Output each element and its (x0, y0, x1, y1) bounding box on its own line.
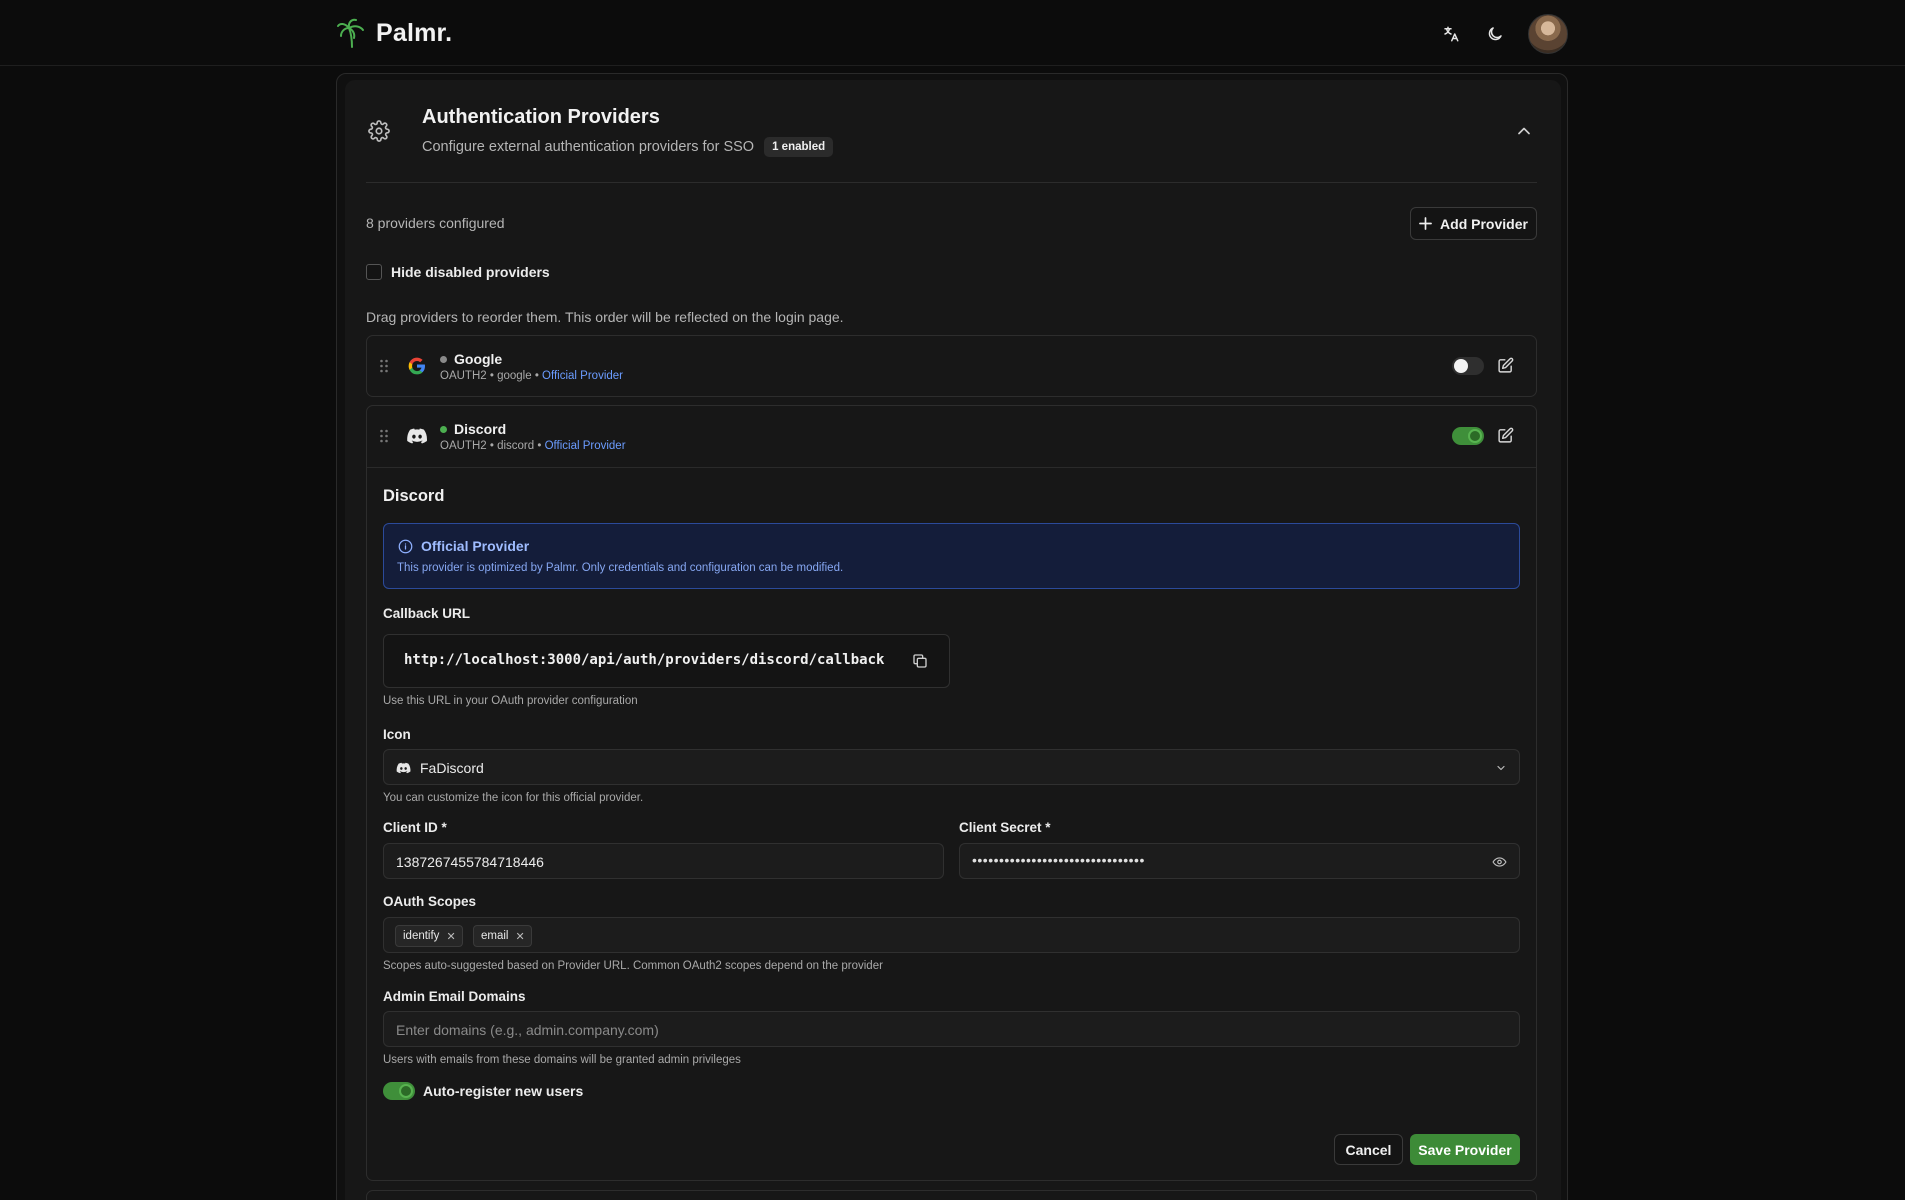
admin-domains-placeholder: Enter domains (e.g., admin.company.com) (396, 1022, 659, 1038)
provider-meta: OAUTH2 • discord • Official Provider (440, 440, 626, 452)
brand[interactable]: Palmr. (336, 17, 452, 49)
toggle-knob (399, 1084, 413, 1098)
google-icon (408, 357, 425, 375)
section-subtitle: Configure external authentication provid… (422, 137, 834, 157)
callback-url-box: http://localhost:3000/api/auth/providers… (383, 634, 950, 688)
chevron-up-icon[interactable] (1514, 121, 1534, 141)
eye-icon[interactable] (1492, 855, 1507, 869)
auto-register-row: Auto-register new users (383, 1082, 583, 1100)
auto-register-toggle[interactable] (383, 1082, 415, 1100)
providers-count: 8 providers configured (366, 215, 505, 231)
provider-slug: discord (497, 440, 535, 452)
hide-disabled-row: Hide disabled providers (366, 264, 550, 280)
client-id-input[interactable]: 1387267455784718446 (383, 843, 944, 879)
close-icon[interactable]: ✕ (446, 930, 455, 943)
scope-chip-label: identify (403, 930, 440, 942)
client-id-label: Client ID * (383, 820, 447, 835)
icon-select[interactable]: FaDiscord (383, 749, 1520, 785)
provider-header[interactable]: Discord OAUTH2 • discord • Official Prov… (367, 406, 1536, 468)
top-bar: Palmr. (0, 0, 1905, 66)
provider-row-next (366, 1190, 1537, 1200)
translate-icon[interactable] (1440, 23, 1462, 45)
notice-title: Official Provider (421, 538, 530, 554)
provider-name: Discord (454, 421, 507, 437)
notice-text: This provider is optimized by Palmr. Onl… (397, 562, 844, 574)
drag-hint: Drag providers to reorder them. This ord… (366, 309, 844, 325)
scope-chip: identify ✕ (395, 925, 463, 947)
save-provider-button[interactable]: Save Provider (1410, 1134, 1520, 1165)
section-subtitle-text: Configure external authentication provid… (422, 139, 755, 155)
provider-row-discord: Discord OAUTH2 • discord • Official Prov… (366, 405, 1537, 1181)
edit-icon[interactable] (1497, 357, 1514, 374)
chevron-down-icon (1497, 765, 1505, 771)
provider-name-row: Google (440, 351, 502, 367)
close-icon[interactable]: ✕ (515, 930, 524, 943)
icon-label: Icon (383, 727, 411, 742)
brand-name: Palmr. (376, 18, 453, 47)
official-provider-link: Official Provider (544, 440, 626, 452)
provider-type: OAUTH2 (440, 440, 487, 452)
oauth-scopes-input[interactable]: identify ✕ email ✕ (383, 917, 1520, 953)
scope-chip-label: email (481, 930, 509, 942)
client-secret-value: •••••••••••••••••••••••••••••••• (972, 852, 1145, 868)
hide-disabled-label[interactable]: Hide disabled providers (391, 264, 550, 280)
scope-chip: email ✕ (473, 925, 532, 947)
add-provider-label: Add Provider (1440, 215, 1528, 232)
palm-logo-icon (337, 18, 364, 48)
status-dot (440, 355, 447, 363)
provider-name: Google (454, 351, 503, 367)
oauth-scopes-label: OAuth Scopes (383, 894, 477, 909)
copy-icon[interactable] (912, 653, 928, 669)
toggle-knob (1454, 359, 1468, 373)
admin-domains-help: Users with emails from these domains wil… (383, 1054, 741, 1066)
official-provider-notice: Official Provider This provider is optim… (383, 523, 1520, 589)
provider-type: OAUTH2 (440, 370, 487, 382)
discord-icon (407, 428, 427, 444)
icon-help: You can customize the icon for this offi… (383, 792, 644, 804)
top-actions (1440, 14, 1568, 54)
section-divider (366, 182, 1537, 183)
provider-row-google: Google OAUTH2 • google • Official Provid… (366, 335, 1537, 397)
icon-select-value: FaDiscord (420, 760, 484, 776)
callback-url-help: Use this URL in your OAuth provider conf… (383, 695, 638, 707)
drag-handle-icon[interactable] (379, 358, 389, 374)
status-dot (440, 425, 447, 433)
discord-icon (396, 762, 411, 774)
admin-domains-label: Admin Email Domains (383, 989, 526, 1004)
client-id-value: 1387267455784718446 (396, 854, 544, 870)
drag-handle-icon[interactable] (379, 428, 389, 444)
hide-disabled-checkbox[interactable] (366, 264, 382, 280)
callback-url-value[interactable]: http://localhost:3000/api/auth/providers… (404, 652, 884, 668)
admin-domains-input[interactable]: Enter domains (e.g., admin.company.com) (383, 1011, 1520, 1047)
toggle-knob (1468, 429, 1482, 443)
gear-icon (368, 120, 390, 142)
client-secret-label: Client Secret * (959, 820, 1051, 835)
provider-header[interactable]: Google OAUTH2 • google • Official Provid… (367, 336, 1536, 398)
auto-register-label: Auto-register new users (423, 1083, 584, 1099)
provider-meta: OAUTH2 • google • Official Provider (440, 370, 624, 382)
provider-enabled-toggle[interactable] (1452, 357, 1484, 375)
plus-icon (1419, 217, 1432, 230)
client-secret-input[interactable]: •••••••••••••••••••••••••••••••• (959, 843, 1520, 879)
editor-title: Discord (383, 487, 445, 505)
provider-name-row: Discord (440, 421, 506, 437)
moon-icon[interactable] (1484, 23, 1506, 45)
callback-url-label: Callback URL (383, 606, 471, 621)
enabled-count-badge: 1 enabled (764, 137, 834, 157)
provider-enabled-toggle[interactable] (1452, 427, 1484, 445)
oauth-scopes-help: Scopes auto-suggested based on Provider … (383, 960, 883, 972)
edit-icon[interactable] (1497, 427, 1514, 444)
section-title: Authentication Providers (422, 106, 660, 128)
cancel-button[interactable]: Cancel (1334, 1134, 1403, 1165)
add-provider-button[interactable]: Add Provider (1410, 207, 1537, 240)
avatar[interactable] (1528, 14, 1568, 54)
official-provider-link: Official Provider (542, 370, 624, 382)
info-icon (398, 539, 413, 554)
header-divider (367, 467, 1536, 468)
provider-slug: google (497, 370, 532, 382)
